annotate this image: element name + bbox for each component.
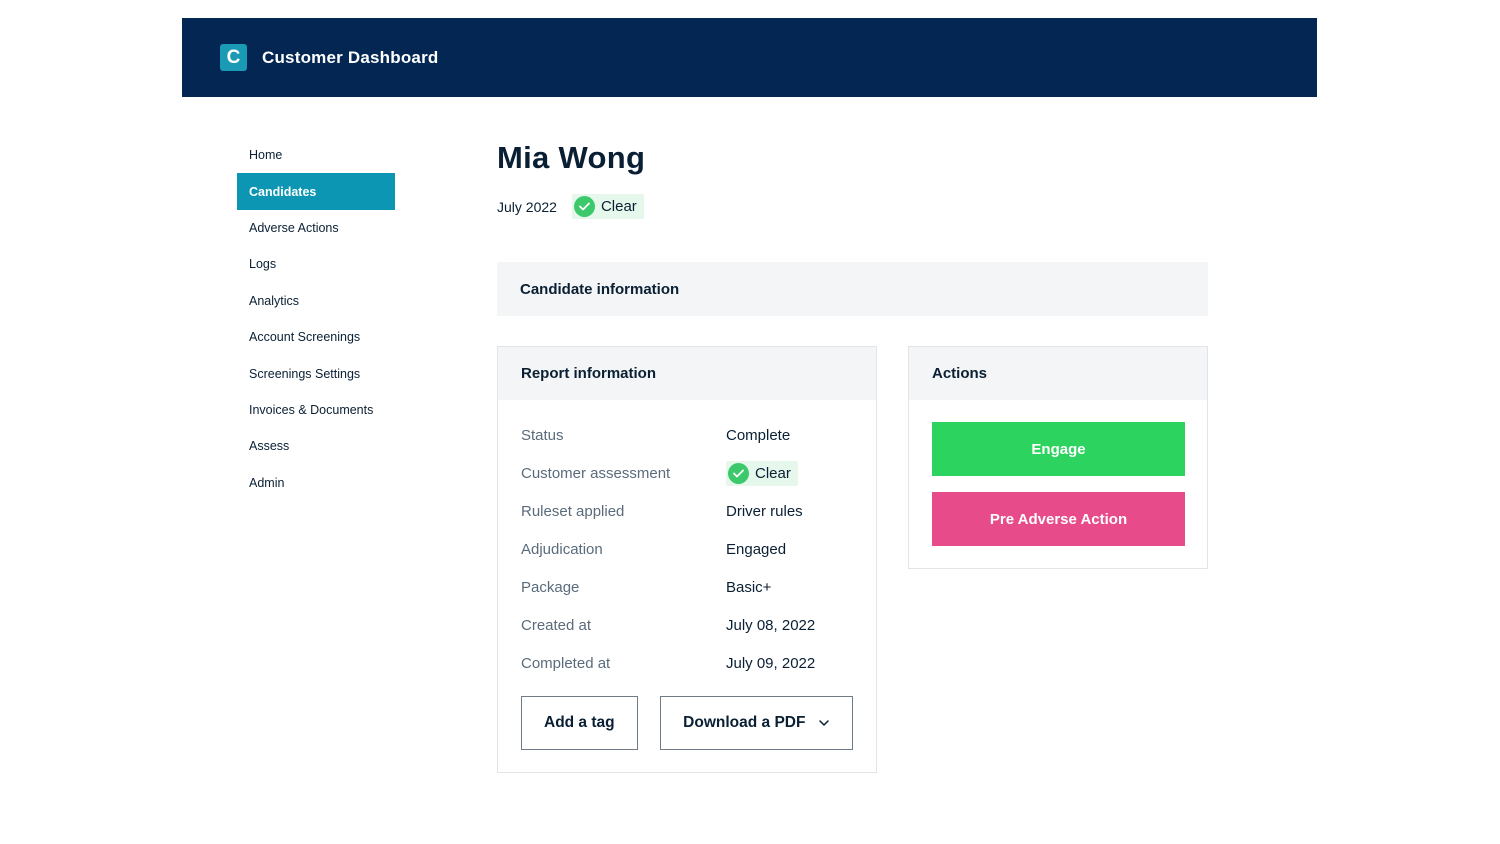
row-label: Completed at xyxy=(521,654,611,672)
check-circle-icon xyxy=(573,196,595,217)
actions-card: Actions Engage Pre Adverse Action xyxy=(908,346,1208,569)
candidate-information-panel[interactable]: Candidate information xyxy=(497,262,1208,316)
report-information-header: Report information xyxy=(498,347,876,400)
sidebar-item-candidates[interactable]: Candidates xyxy=(237,173,395,210)
row-value: Engaged xyxy=(726,540,787,558)
top-header: C Customer Dashboard xyxy=(182,18,1317,97)
sidebar-item-account-screenings[interactable]: Account Screenings xyxy=(237,319,395,355)
sidebar-item-logs[interactable]: Logs xyxy=(237,246,395,282)
assessment-badge-label: Clear xyxy=(755,464,791,482)
engage-button[interactable]: Engage xyxy=(932,422,1185,476)
row-value: Basic+ xyxy=(726,578,772,596)
report-row-status: Status Complete xyxy=(521,416,853,454)
report-row-created-at: Created at July 08, 2022 xyxy=(521,606,853,644)
row-label: Adjudication xyxy=(521,540,603,558)
report-row-customer-assessment: Customer assessment Clear xyxy=(521,454,853,492)
row-label: Status xyxy=(521,426,564,444)
candidate-information-title: Candidate information xyxy=(520,280,680,298)
report-row-ruleset-applied: Ruleset applied Driver rules xyxy=(521,492,853,530)
status-badge-label: Clear xyxy=(600,198,637,215)
report-buttons: Add a tag Download a PDF xyxy=(521,696,853,750)
actions-body: Engage Pre Adverse Action xyxy=(909,400,1207,568)
row-label: Ruleset applied xyxy=(521,502,625,520)
sidebar-item-screenings-settings[interactable]: Screenings Settings xyxy=(237,355,395,391)
report-information-card: Report information Status Complete Custo… xyxy=(497,346,877,773)
report-row-package: Package Basic+ xyxy=(521,568,853,606)
sidebar-item-assess[interactable]: Assess xyxy=(237,428,395,464)
report-row-completed-at: Completed at July 09, 2022 xyxy=(521,644,853,682)
candidate-date: July 2022 xyxy=(497,198,557,215)
assessment-badge: Clear xyxy=(726,460,798,486)
candidate-header: Mia Wong July 2022 Clear xyxy=(497,140,1209,219)
row-label: Customer assessment xyxy=(521,464,671,482)
sidebar-item-invoices-documents[interactable]: Invoices & Documents xyxy=(237,392,395,428)
report-details: Status Complete Customer assessment Clea… xyxy=(498,400,876,750)
add-tag-label: Add a tag xyxy=(544,714,615,731)
candidate-meta: July 2022 Clear xyxy=(497,194,1209,219)
pre-adverse-action-button[interactable]: Pre Adverse Action xyxy=(932,492,1185,546)
report-information-title: Report information xyxy=(521,365,656,382)
row-value: July 09, 2022 xyxy=(726,654,816,672)
actions-header: Actions xyxy=(909,347,1207,400)
row-label: Created at xyxy=(521,616,592,634)
chevron-down-icon xyxy=(819,720,830,726)
row-label: Package xyxy=(521,578,580,596)
row-value: July 08, 2022 xyxy=(726,616,816,634)
actions-title: Actions xyxy=(932,365,988,382)
sidebar-item-home[interactable]: Home xyxy=(237,137,395,173)
pre-adverse-action-label: Pre Adverse Action xyxy=(989,510,1128,528)
sidebar-item-adverse-actions[interactable]: Adverse Actions xyxy=(237,210,395,246)
brand-logo[interactable]: C xyxy=(220,44,247,71)
candidate-name: Mia Wong xyxy=(497,140,646,175)
sidebar-item-admin[interactable]: Admin xyxy=(237,465,395,501)
download-pdf-label: Download a PDF xyxy=(683,714,806,731)
add-tag-button[interactable]: Add a tag xyxy=(521,696,638,750)
status-badge: Clear xyxy=(571,194,644,219)
engage-label: Engage xyxy=(1031,440,1086,458)
download-pdf-button[interactable]: Download a PDF xyxy=(659,696,853,750)
row-value: Complete xyxy=(726,426,791,444)
check-circle-icon xyxy=(728,462,749,484)
sidebar-item-analytics[interactable]: Analytics xyxy=(237,283,395,319)
sidebar-nav: Home Candidates Adverse Actions Logs Ana… xyxy=(237,137,395,501)
logo-letter: C xyxy=(226,46,241,68)
row-value: Driver rules xyxy=(726,502,803,520)
report-row-adjudication: Adjudication Engaged xyxy=(521,530,853,568)
app-title: Customer Dashboard xyxy=(262,47,439,67)
